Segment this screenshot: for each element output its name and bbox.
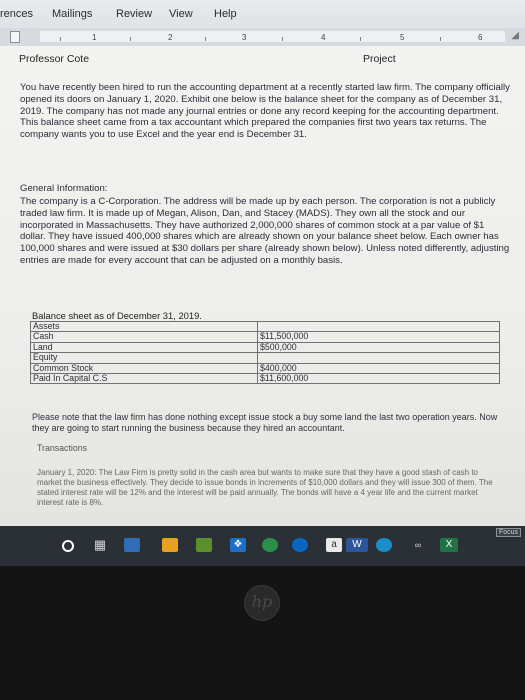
ruler-mark: 6: [478, 33, 483, 42]
amazon-icon[interactable]: a: [326, 538, 342, 552]
edge-icon[interactable]: [292, 538, 308, 552]
row-label: Paid In Capital C.S: [30, 373, 258, 385]
header-project: Project: [363, 53, 396, 65]
row-label: Assets: [30, 320, 258, 333]
tab-references[interactable]: rences: [0, 8, 33, 20]
row-label: Common Stock: [30, 362, 258, 375]
table-row: Land $500,000: [30, 341, 500, 354]
tab-view[interactable]: View: [169, 8, 193, 20]
search-icon[interactable]: [62, 540, 74, 552]
browser-icon[interactable]: [376, 538, 392, 552]
ruler-mark: 1: [92, 33, 97, 42]
focus-mode-button[interactable]: Focus: [495, 528, 521, 537]
ruler-hash: [360, 37, 361, 41]
ruler-hash: [282, 37, 283, 41]
taskbar: ▦ ❖ a W ∞ X Focus: [0, 526, 525, 566]
ruler-hash: [60, 37, 61, 41]
table-row: Assets: [30, 320, 500, 333]
table-row: Cash $11,500,000: [30, 331, 500, 343]
row-value: $400,000: [257, 362, 500, 375]
row-value: [257, 352, 500, 364]
general-paragraph: The company is a C-Corporation. The addr…: [20, 196, 510, 266]
row-label: Land: [30, 341, 258, 354]
table-row: Equity: [30, 352, 500, 364]
file-explorer-icon[interactable]: [162, 538, 178, 552]
people-icon[interactable]: ∞: [410, 538, 426, 552]
ruler-mark: 5: [400, 33, 405, 42]
table-row: Common Stock $400,000: [30, 362, 500, 375]
transactions-heading: Transactions: [37, 443, 88, 453]
ruler-hash: [130, 37, 131, 41]
balance-sheet-table: Assets Cash $11,500,000 Land $500,000 Eq…: [30, 320, 500, 385]
word-icon[interactable]: W: [346, 538, 368, 552]
ruler-mark: 3: [242, 33, 247, 42]
row-value: $11,600,000: [257, 373, 500, 385]
store-icon[interactable]: [196, 538, 212, 552]
hp-logo: hp: [244, 585, 280, 621]
header-professor: Professor Cote: [19, 53, 90, 65]
tab-mailings[interactable]: Mailings: [52, 8, 92, 20]
right-indent-icon[interactable]: ◢: [511, 30, 519, 41]
row-label: Cash: [30, 331, 258, 343]
ruler-hash: [205, 37, 206, 41]
document-page[interactable]: Professor Cote Project You have recently…: [0, 46, 525, 526]
indent-marker-icon[interactable]: [10, 31, 20, 43]
photos-app-icon[interactable]: [124, 538, 140, 552]
excel-icon[interactable]: X: [440, 538, 458, 552]
transaction-entry: January 1, 2020: The Law Firm is pretty …: [37, 468, 493, 507]
tab-review[interactable]: Review: [116, 8, 152, 20]
ruler-mark: 2: [168, 33, 173, 42]
ruler-track: [40, 31, 505, 42]
row-value: $500,000: [257, 341, 500, 354]
general-heading: General Information:: [20, 183, 108, 194]
row-label: Equity: [30, 352, 258, 364]
note-paragraph: Please note that the law firm has done n…: [32, 412, 498, 433]
chrome-icon[interactable]: [262, 538, 278, 552]
tab-help[interactable]: Help: [214, 8, 237, 20]
row-value: [257, 320, 500, 333]
table-row: Paid In Capital C.S $11,600,000: [30, 373, 500, 385]
task-view-icon[interactable]: ▦: [92, 538, 108, 552]
ribbon-tabs: rences Mailings Review View Help: [0, 0, 525, 29]
horizontal-ruler: 1 2 3 4 5 6 ◢: [0, 28, 525, 47]
row-value: $11,500,000: [257, 331, 500, 343]
ruler-mark: 4: [321, 33, 326, 42]
dropbox-icon[interactable]: ❖: [230, 538, 246, 552]
intro-paragraph: You have recently been hired to run the …: [20, 82, 510, 141]
ruler-hash: [440, 37, 441, 41]
balance-sheet-title: Balance sheet as of December 31, 2019.: [32, 310, 202, 321]
